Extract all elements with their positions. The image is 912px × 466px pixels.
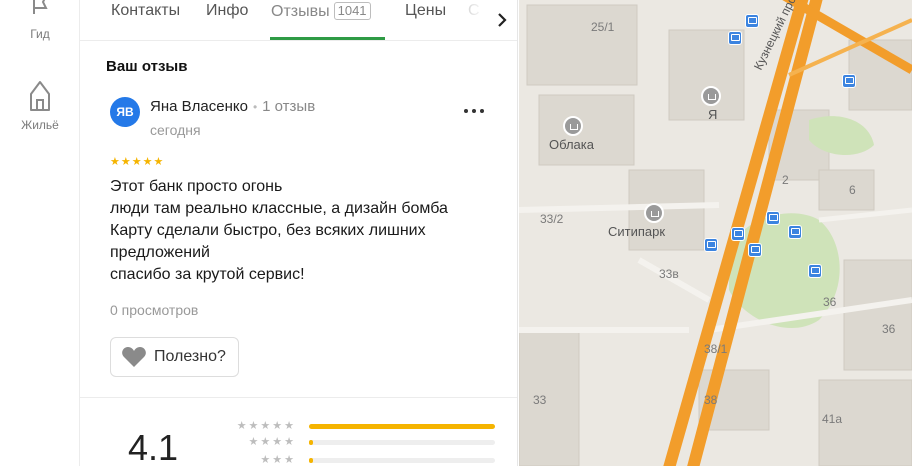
- house-number: 33/2: [540, 212, 564, 226]
- review-section-title: Ваш отзыв: [106, 58, 188, 75]
- house-icon: [30, 81, 50, 111]
- active-tab-indicator: [270, 37, 385, 40]
- tab-prices[interactable]: Цены: [405, 2, 446, 20]
- views-count: 0 просмотров: [110, 302, 199, 318]
- more-options-button[interactable]: [460, 103, 488, 119]
- rating-bar-fill: [309, 424, 495, 429]
- review-line: Карту сделали быстро, без всяких лишних …: [110, 222, 426, 261]
- bus-stop-icon[interactable]: [704, 238, 718, 252]
- flag-icon: [33, 0, 48, 14]
- rating-row-stars: ★★★★: [248, 436, 296, 448]
- bus-stop-icon[interactable]: [808, 264, 822, 278]
- rating-row[interactable]: ★★★★: [226, 435, 496, 449]
- house-number: 33в: [659, 267, 679, 281]
- house-number: 41а: [822, 412, 843, 426]
- map-place-label[interactable]: Я: [708, 107, 717, 122]
- chevron-right-icon: [497, 13, 507, 27]
- house-number: 2: [782, 173, 789, 187]
- shop-pin-icon[interactable]: [644, 203, 664, 223]
- heart-icon: [122, 347, 146, 367]
- organization-panel: Контакты Инфо Отзывы1041 Цены С Ваш отзы…: [80, 0, 518, 466]
- bus-stop-icon[interactable]: [788, 225, 802, 239]
- bus-stop-icon[interactable]: [766, 211, 780, 225]
- review-line: спасибо за крутой сервис!: [110, 266, 305, 283]
- rating-bar-track: [309, 440, 495, 445]
- house-number: 33: [533, 393, 547, 407]
- house-number: 36: [882, 322, 896, 336]
- tab-reviews-label: Отзывы: [271, 3, 330, 20]
- review-line: Этот банк просто огонь: [110, 178, 283, 195]
- bus-stop-icon[interactable]: [728, 31, 742, 45]
- map[interactable]: Облака Ситипарк Я Кузнецкий просп 25/1 3…: [519, 0, 912, 466]
- rail-item-housing-label: Жильё: [21, 118, 59, 132]
- house-number: 36: [823, 295, 837, 309]
- rating-bar-fill: [309, 440, 313, 445]
- shop-pin-icon[interactable]: [563, 116, 583, 136]
- author-separator: •: [252, 100, 258, 114]
- bus-stop-icon[interactable]: [748, 243, 762, 257]
- bus-stop-icon[interactable]: [842, 74, 856, 88]
- tab-bar: Контакты Инфо Отзывы1041 Цены С: [80, 0, 517, 41]
- dot-icon: [464, 109, 468, 113]
- rating-value: 4.1: [128, 427, 179, 466]
- tab-contacts[interactable]: Контакты: [111, 2, 180, 20]
- rating-bar-fill: [309, 458, 313, 463]
- tab-reviews[interactable]: Отзывы 1041: [271, 2, 371, 21]
- review-date: сегодня: [150, 122, 201, 138]
- rating-bar-track: [309, 424, 495, 429]
- review-stars: ★★★★★: [110, 156, 165, 168]
- author-name[interactable]: Яна Власенко: [150, 98, 248, 115]
- rating-summary: 4.1 ★★★★★ ★★★★ ★★★: [80, 399, 517, 466]
- rating-row-stars: ★★★★★: [236, 420, 296, 432]
- house-number: 38/1: [704, 342, 728, 356]
- tabs-next-button[interactable]: [485, 0, 517, 40]
- rail-item-guide[interactable]: Гид: [0, 0, 80, 41]
- helpful-label: Полезно?: [154, 348, 226, 365]
- author-review-count[interactable]: 1 отзыв: [262, 98, 315, 115]
- author-line: Яна Власенко • 1 отзыв: [150, 98, 315, 115]
- bus-stop-icon[interactable]: [745, 14, 759, 28]
- dot-icon: [472, 109, 476, 113]
- review-text: Этот банк просто огонь люди там реально …: [110, 176, 490, 286]
- tab-info[interactable]: Инфо: [206, 2, 248, 20]
- left-rail: Гид Жильё: [0, 0, 80, 466]
- rail-item-guide-label: Гид: [30, 27, 50, 41]
- dot-icon: [480, 109, 484, 113]
- rail-item-housing[interactable]: Жильё: [0, 78, 80, 132]
- tab-fade: [455, 0, 485, 40]
- avatar[interactable]: ЯВ: [110, 97, 140, 127]
- bus-stop-icon[interactable]: [731, 227, 745, 241]
- house-number: 6: [849, 183, 856, 197]
- rating-row[interactable]: ★★★★★: [226, 419, 496, 433]
- map-place-label[interactable]: Ситипарк: [608, 224, 665, 239]
- shop-pin-icon[interactable]: [701, 86, 721, 106]
- helpful-button[interactable]: Полезно?: [110, 337, 239, 377]
- map-place-label[interactable]: Облака: [549, 137, 594, 152]
- house-number: 25/1: [591, 20, 615, 34]
- rating-bar-track: [309, 458, 495, 463]
- rating-row[interactable]: ★★★: [226, 453, 496, 466]
- my-review-card: Ваш отзыв ЯВ Яна Власенко • 1 отзыв сегодн…: [80, 41, 517, 398]
- review-line: люди там реально классные, а дизайн бомб…: [110, 200, 448, 217]
- rating-row-stars: ★★★: [260, 454, 296, 466]
- tab-reviews-count: 1041: [333, 2, 371, 20]
- house-number: 38: [704, 393, 718, 407]
